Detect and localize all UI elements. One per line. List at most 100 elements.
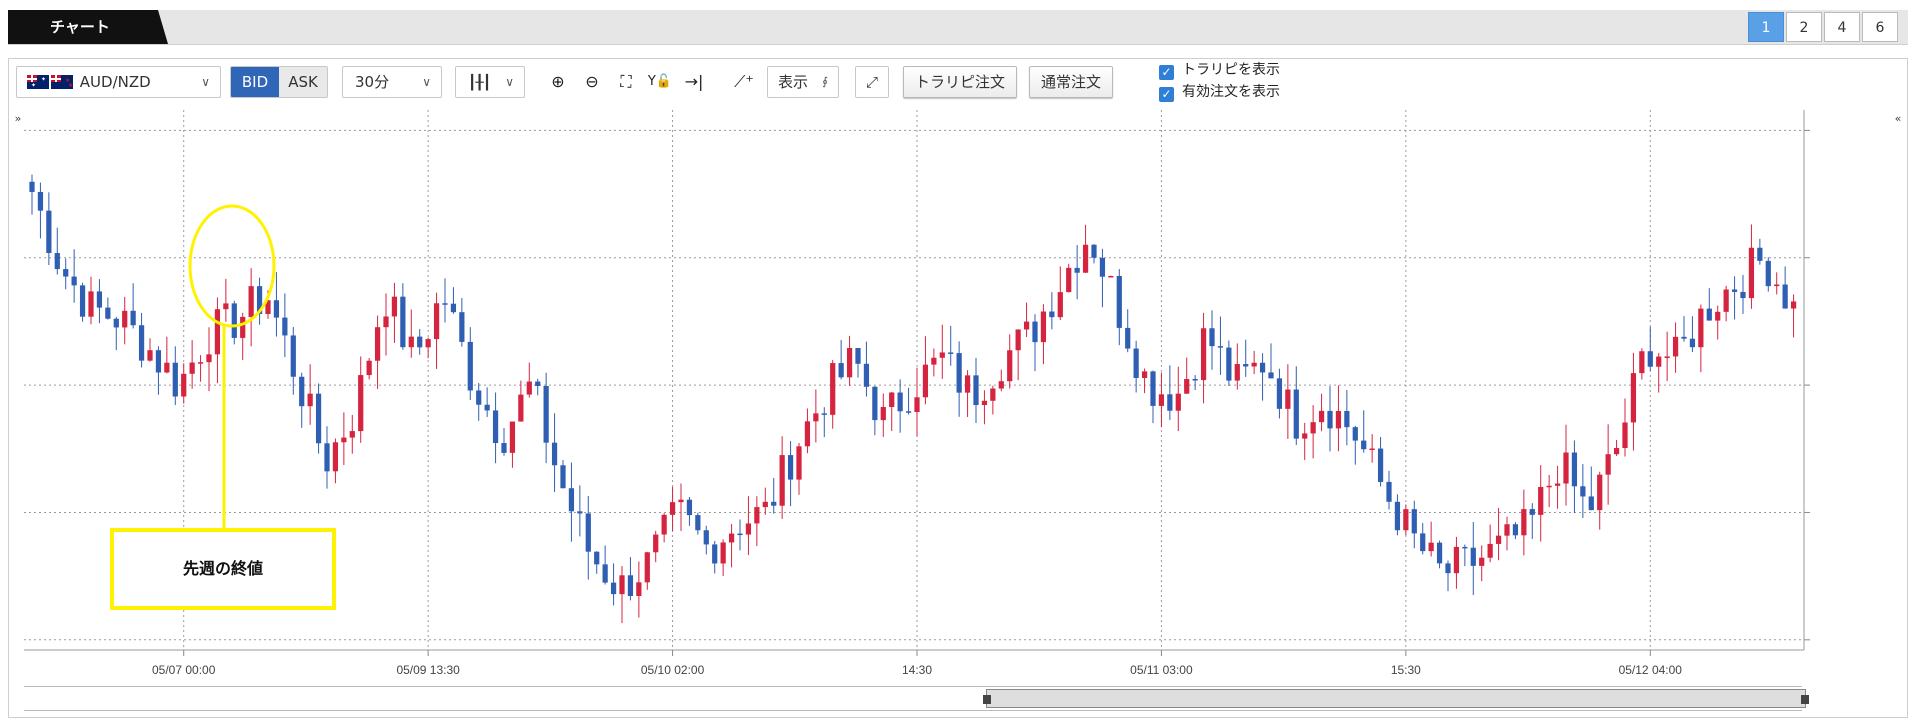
- candle-body: [425, 339, 431, 348]
- candle-body: [1158, 394, 1165, 406]
- candle-body: [450, 303, 457, 313]
- candle-body: [931, 357, 937, 365]
- candle-body: [518, 394, 524, 422]
- x-tick-label: 14:30: [902, 663, 932, 675]
- chevron-down-icon: ∨: [201, 75, 210, 89]
- zoom-in-icon[interactable]: ⊕: [542, 66, 574, 98]
- layout-2-button[interactable]: 2: [1786, 12, 1822, 42]
- candle-body: [1639, 351, 1645, 374]
- candle-body: [1554, 483, 1561, 486]
- candle-body: [1099, 257, 1106, 277]
- candle-body: [501, 443, 507, 453]
- candle-body: [737, 533, 743, 536]
- show-trailing-checkbox[interactable]: ✓ トラリピを表示: [1159, 61, 1280, 80]
- candle-body: [231, 303, 237, 338]
- fit-screen-icon[interactable]: ⛶: [610, 66, 642, 98]
- nz-flag-icon: ★ ★: [51, 75, 73, 89]
- candle-body: [577, 511, 583, 514]
- candle-body: [79, 285, 86, 317]
- candle-body: [1150, 371, 1156, 406]
- candle-body: [71, 276, 77, 286]
- scrollbar-thumb[interactable]: [983, 689, 1809, 708]
- candle-body: [535, 381, 541, 386]
- layout-6-button[interactable]: 6: [1862, 12, 1898, 42]
- candle-body: [130, 310, 136, 326]
- au-flag-icon: ✦ ✦: [27, 75, 49, 89]
- display-menu[interactable]: 表示 ∮: [767, 66, 839, 98]
- candle-body: [1310, 422, 1316, 434]
- expand-left-icon[interactable]: »: [11, 111, 25, 127]
- candle-body: [1285, 389, 1291, 409]
- candle-body: [771, 501, 777, 506]
- candle-body: [1040, 311, 1047, 343]
- y-axis-lock-icon[interactable]: Y🔓: [644, 66, 676, 98]
- candle-body: [1276, 378, 1283, 409]
- candle-body: [1192, 379, 1198, 381]
- candle-body: [181, 373, 187, 397]
- display-menu-label: 表示: [778, 73, 809, 91]
- candle-body: [1563, 452, 1569, 484]
- candle-body: [88, 291, 94, 317]
- show-active-orders-label: 有効注文を表示: [1182, 84, 1280, 100]
- candle-body: [1259, 362, 1266, 373]
- show-active-orders-checkbox[interactable]: ✓ 有効注文を表示: [1159, 83, 1280, 102]
- indicator-add-icon[interactable]: ⟋⁺: [728, 66, 760, 98]
- candle-body: [1344, 410, 1350, 428]
- candle-body: [1445, 563, 1451, 574]
- zoom-out-icon[interactable]: ⊖: [576, 66, 608, 98]
- candle-body: [96, 291, 103, 308]
- candle-body: [29, 181, 35, 192]
- tab-chart[interactable]: チャート: [8, 10, 168, 44]
- candle-body: [1318, 410, 1325, 423]
- layout-pager: 1 2 4 6: [1748, 12, 1898, 42]
- chart-type-select[interactable]: ┃╂┃ ∨: [455, 66, 525, 98]
- bid-button[interactable]: BID: [231, 67, 279, 97]
- layout-1-button[interactable]: 1: [1748, 12, 1784, 42]
- expand-icon[interactable]: ⤢: [855, 66, 889, 98]
- layout-4-button[interactable]: 4: [1824, 12, 1860, 42]
- candle-body: [1226, 347, 1232, 381]
- candle-body: [1184, 379, 1190, 394]
- currency-pair-label: AUD/NZD: [79, 73, 151, 91]
- candle-body: [1327, 410, 1333, 429]
- candle-body: [1015, 329, 1021, 351]
- timeframe-select[interactable]: 30分 ∨: [342, 66, 442, 98]
- scroll-to-latest-icon[interactable]: →|: [678, 66, 710, 98]
- candle-body: [1672, 336, 1679, 357]
- candle-body: [956, 353, 962, 393]
- candle-body: [644, 552, 650, 583]
- candle-body: [560, 465, 566, 489]
- candle-body: [653, 534, 659, 553]
- candle-body: [324, 443, 330, 472]
- candle-body: [1352, 427, 1358, 441]
- collapse-right-icon[interactable]: «: [1891, 111, 1905, 127]
- candle-body: [349, 431, 355, 438]
- candle-body: [914, 397, 920, 413]
- x-tick-label: 05/11 03:00: [1130, 663, 1193, 675]
- currency-pair-select[interactable]: ✦ ✦ ★ ★ AUD/NZD ∨: [16, 66, 221, 98]
- candle-body: [433, 303, 440, 340]
- candle-body: [973, 375, 979, 406]
- candle-body: [206, 354, 212, 363]
- candle-body: [1790, 301, 1797, 309]
- candle-body: [1302, 433, 1308, 439]
- x-tick-label: 15:30: [1391, 663, 1421, 675]
- scroll-handle-right[interactable]: [1801, 695, 1809, 704]
- candle-body: [189, 362, 195, 374]
- candle-body: [113, 318, 119, 328]
- candle-body: [1377, 448, 1384, 482]
- trailing-order-button[interactable]: トラリピ注文: [903, 66, 1017, 98]
- candle-body: [889, 392, 895, 408]
- ask-button[interactable]: ASK: [279, 67, 327, 97]
- candle-body: [1748, 247, 1755, 299]
- scroll-handle-left[interactable]: [983, 695, 991, 704]
- chart-toolbar: ✦ ✦ ★ ★ AUD/NZD ∨ BID ASK 30分 ∨ ┃╂┃ ∨ ⊕ ⊖ ⛶…: [9, 59, 1907, 109]
- show-trailing-label: トラリピを表示: [1182, 62, 1280, 78]
- candle-body: [374, 327, 381, 361]
- candle-body: [863, 363, 870, 387]
- candle-body: [1504, 524, 1510, 536]
- candle-body: [400, 296, 406, 348]
- candle-body: [981, 400, 988, 406]
- normal-order-button[interactable]: 通常注文: [1029, 66, 1113, 98]
- chart-scrollbar[interactable]: [24, 686, 1809, 711]
